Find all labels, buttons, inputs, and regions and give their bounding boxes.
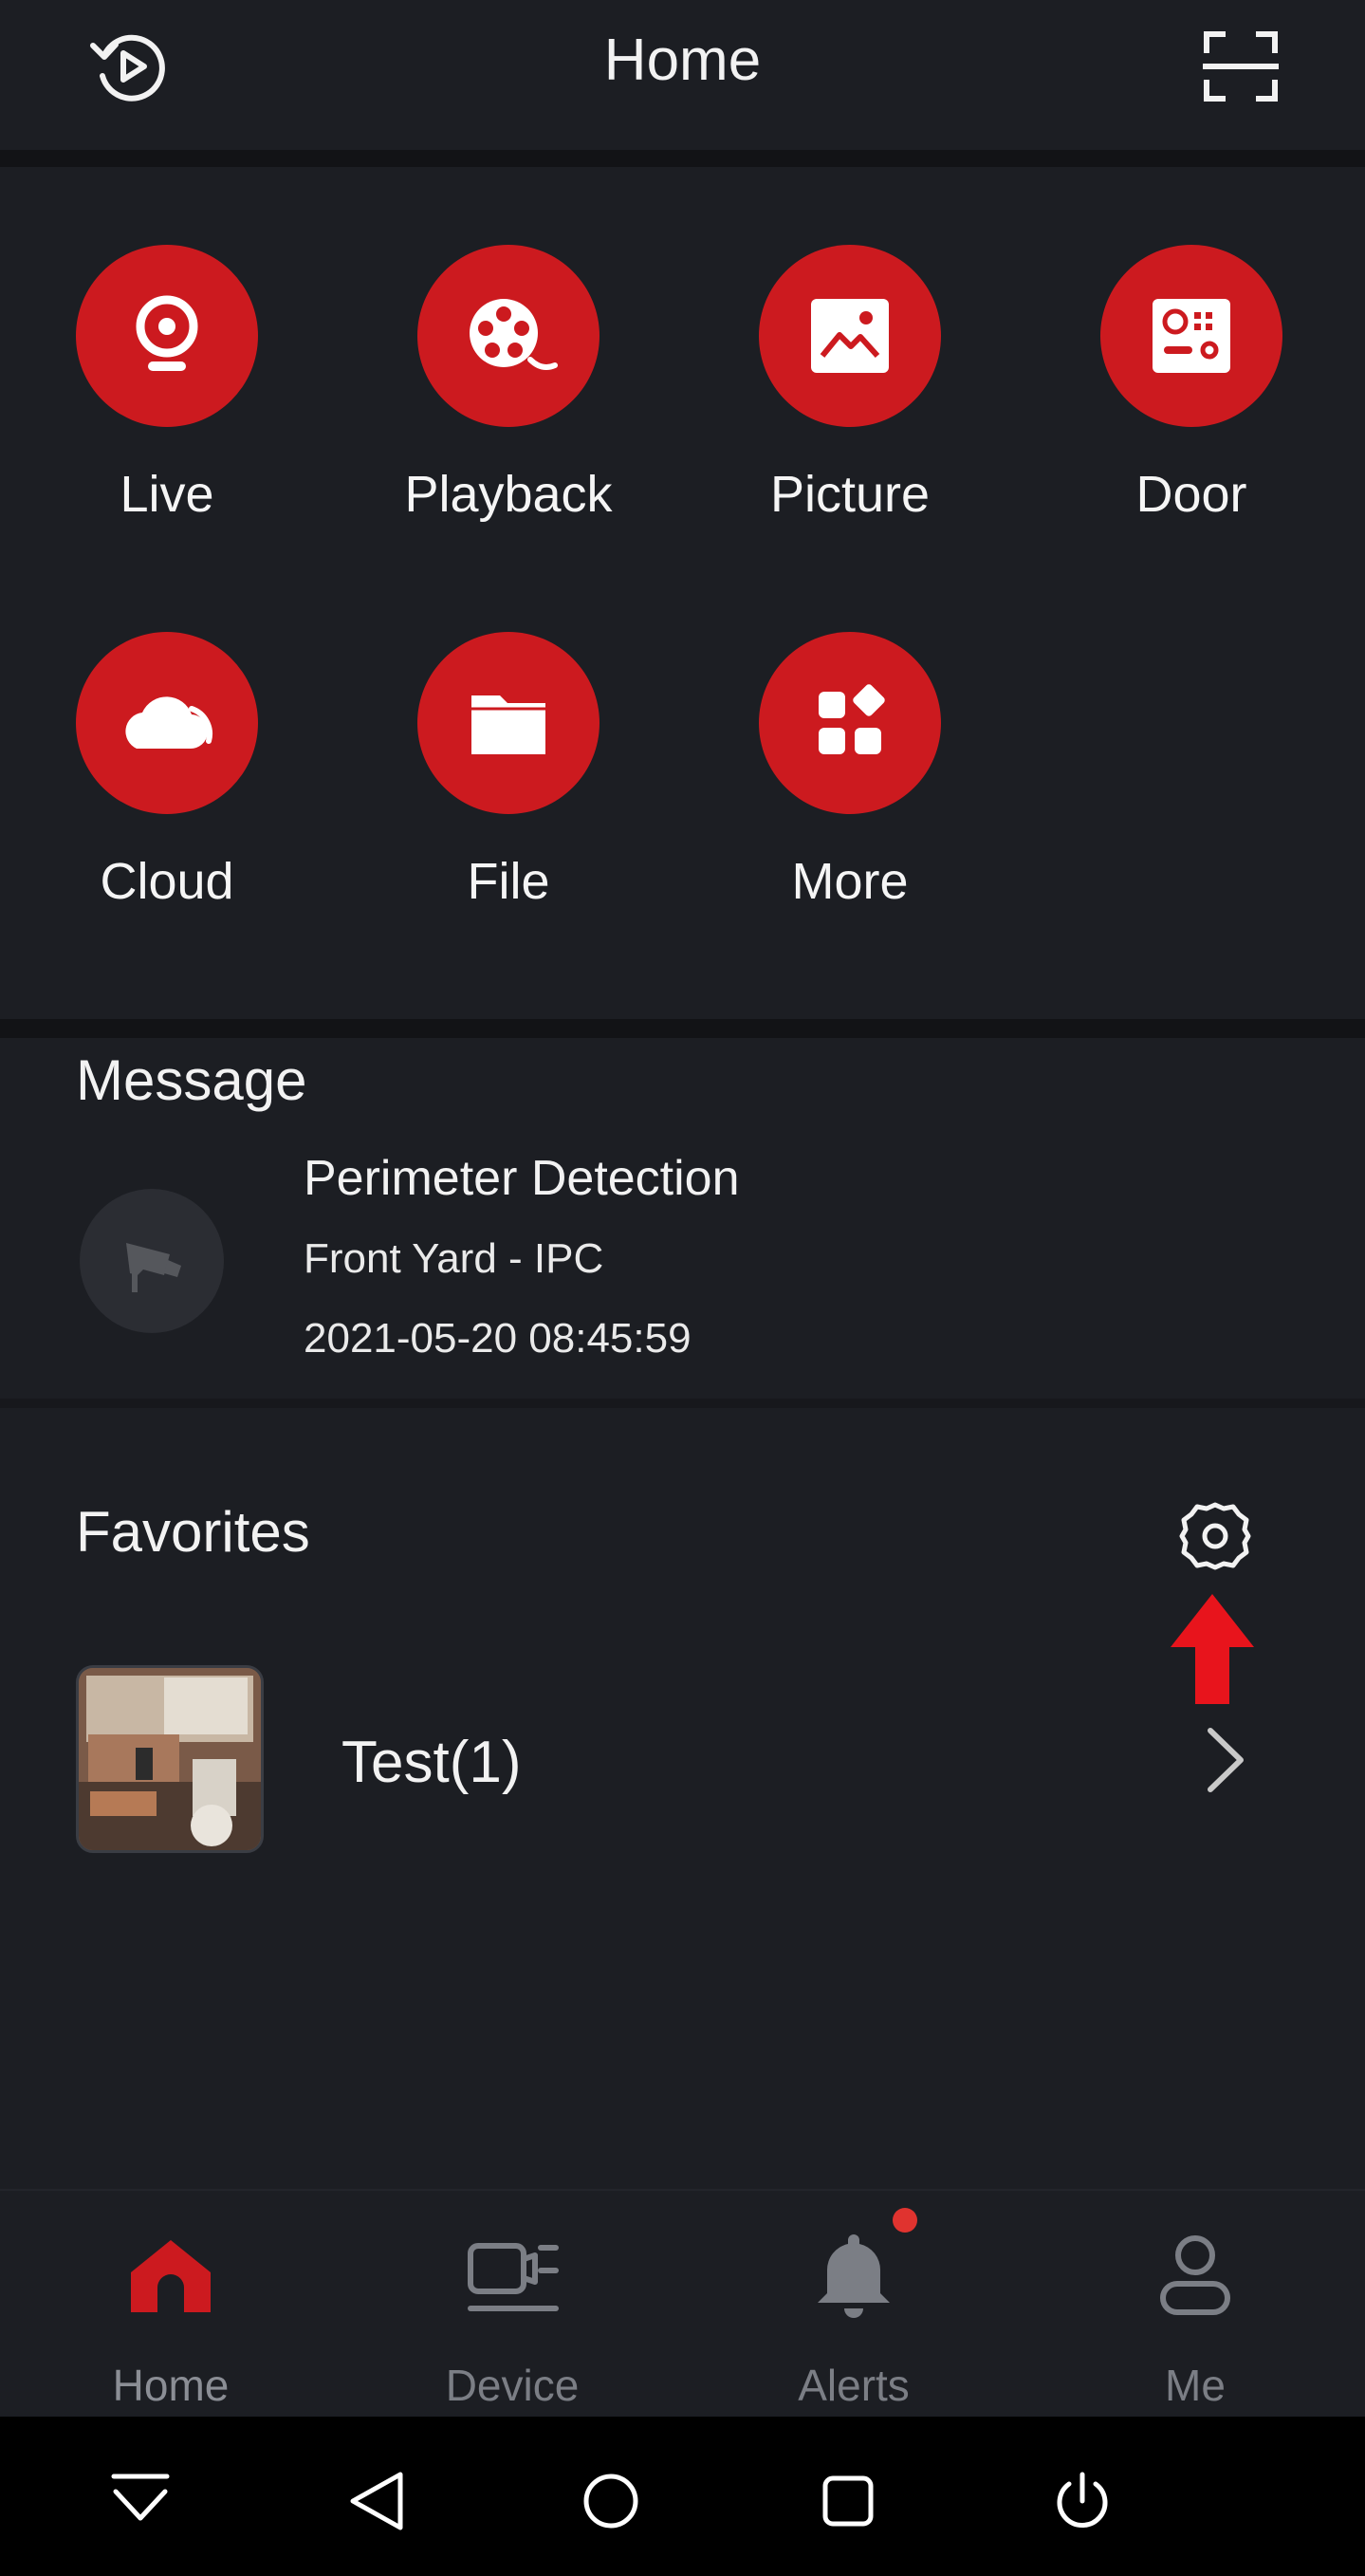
bell-icon (806, 2229, 901, 2324)
favorite-thumbnail (76, 1665, 264, 1853)
quick-action-label: Playback (404, 466, 613, 523)
quick-action-label: Picture (769, 466, 931, 523)
folder-icon (417, 632, 599, 814)
user-icon (1148, 2229, 1243, 2324)
gear-icon[interactable] (1176, 1497, 1254, 1575)
device-icon (465, 2229, 560, 2324)
divider (0, 1019, 1365, 1038)
apps-grid-icon (759, 632, 941, 814)
scan-icon[interactable] (1193, 19, 1288, 114)
nav-tab-me[interactable]: Me (1024, 2189, 1365, 2417)
quick-action-more[interactable]: More (704, 632, 988, 910)
film-reel-icon (417, 245, 599, 427)
quick-action-live[interactable]: Live (21, 245, 305, 523)
intercom-icon (1100, 245, 1282, 427)
quick-action-file[interactable]: File (362, 632, 647, 910)
home-icon (123, 2229, 218, 2324)
replay-icon[interactable] (83, 19, 178, 114)
recent-apps-icon[interactable] (814, 2467, 882, 2535)
nav-label: Alerts (798, 2361, 910, 2410)
quick-action-cloud[interactable]: Cloud (21, 632, 305, 910)
nav-tab-alerts[interactable]: Alerts (683, 2189, 1024, 2417)
message-title[interactable]: Perimeter Detection (304, 1150, 740, 1207)
image-icon (759, 245, 941, 427)
message-device: Front Yard - IPC (304, 1235, 604, 1282)
divider (0, 150, 1365, 167)
system-navigation-bar (0, 2417, 1365, 2576)
webcam-icon (76, 245, 258, 427)
message-time: 2021-05-20 08:45:59 (304, 1315, 692, 1362)
quick-action-label: More (791, 853, 909, 910)
hide-keyboard-icon[interactable] (106, 2467, 175, 2535)
chevron-right-icon[interactable] (1197, 1725, 1254, 1795)
quick-action-picture[interactable]: Picture (704, 245, 988, 523)
nav-tab-device[interactable]: Device (341, 2189, 683, 2417)
quick-action-label: File (467, 853, 550, 910)
message-heading: Message (76, 1048, 307, 1112)
home-circle-icon[interactable] (577, 2467, 645, 2535)
back-icon[interactable] (343, 2467, 412, 2535)
power-icon[interactable] (1048, 2467, 1116, 2535)
security-camera-icon (80, 1189, 224, 1333)
quick-action-playback[interactable]: Playback (362, 245, 647, 523)
nav-tab-home[interactable]: Home (0, 2189, 341, 2417)
quick-action-label: Live (120, 466, 214, 523)
page-title: Home (603, 28, 762, 93)
notification-badge (893, 2208, 917, 2233)
cloud-icon (76, 632, 258, 814)
divider (0, 1399, 1365, 1408)
favorites-heading: Favorites (76, 1500, 310, 1564)
favorite-name: Test(1) (341, 1730, 522, 1795)
quick-action-door[interactable]: Door (1045, 245, 1330, 523)
quick-action-label: Cloud (100, 853, 234, 910)
nav-label: Device (445, 2361, 580, 2410)
nav-label: Me (1165, 2361, 1226, 2410)
nav-label: Home (112, 2361, 230, 2410)
quick-action-label: Door (1135, 466, 1247, 523)
